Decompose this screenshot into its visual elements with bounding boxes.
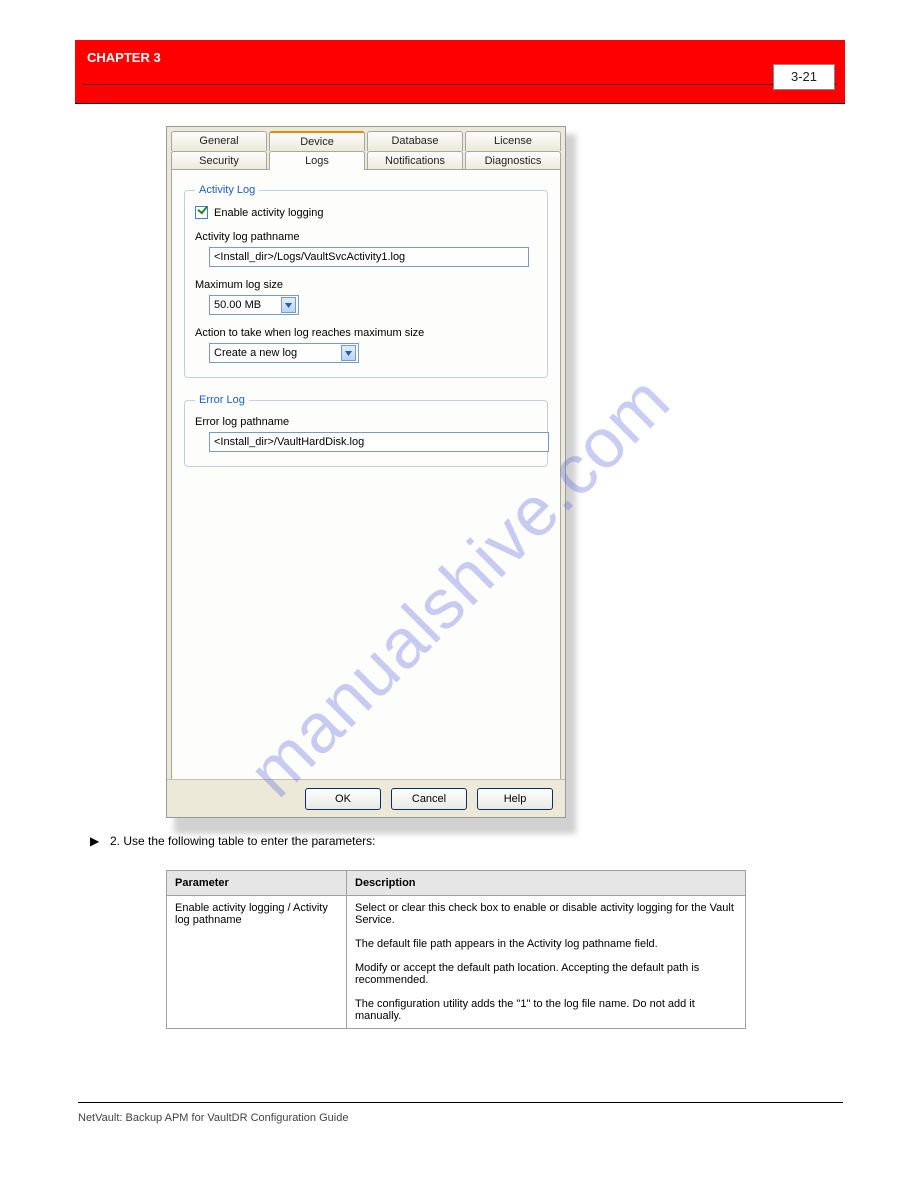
activity-pathname-label: Activity log pathname [195, 231, 537, 243]
action-row: Action to take when log reaches maximum … [195, 327, 537, 363]
action-select[interactable]: Create a new log [209, 343, 359, 363]
header-rule [83, 84, 837, 85]
tab-diagnostics[interactable]: Diagnostics [465, 151, 561, 170]
dialog-button-bar: OK Cancel Help [167, 779, 565, 817]
cancel-button[interactable]: Cancel [391, 788, 467, 810]
error-pathname-input[interactable] [209, 432, 549, 452]
tab-security[interactable]: Security [171, 151, 267, 170]
tab-database[interactable]: Database [367, 131, 463, 151]
step-number: 2. [110, 834, 120, 848]
page-number-box: 3-21 [773, 64, 835, 90]
error-pathname-row: Error log pathname [195, 416, 537, 452]
error-pathname-label: Error log pathname [195, 416, 537, 428]
tab-device[interactable]: Device [269, 131, 365, 151]
activity-log-legend: Activity Log [195, 184, 259, 196]
enable-activity-checkbox[interactable] [195, 206, 208, 219]
tab-panel-logs: Activity Log Enable activity logging Act… [171, 169, 561, 781]
page-header: CHAPTER 3 3-21 [75, 40, 845, 104]
tab-logs[interactable]: Logs [269, 151, 365, 170]
step-arrow-icon: ▶ [90, 834, 99, 848]
enable-activity-label: Enable activity logging [214, 207, 323, 219]
help-button[interactable]: Help [477, 788, 553, 810]
max-log-size-select[interactable]: 50.00 MB [209, 295, 299, 315]
step-instruction: 2. Use the following table to enter the … [110, 834, 376, 848]
tabs-row-2: Security Logs Notifications Diagnostics [167, 151, 565, 170]
table-header-row: Parameter Description [167, 871, 746, 896]
action-label: Action to take when log reaches maximum … [195, 327, 537, 339]
error-log-group: Error Log Error log pathname [184, 394, 548, 467]
properties-dialog: General Device Database License Security… [166, 126, 566, 818]
tabs-row-1: General Device Database License [167, 127, 565, 151]
error-log-legend: Error Log [195, 394, 249, 406]
chevron-down-icon [341, 345, 356, 361]
enable-activity-row: Enable activity logging [195, 206, 537, 219]
max-log-size-row: Maximum log size 50.00 MB [195, 279, 537, 315]
max-log-size-label: Maximum log size [195, 279, 537, 291]
dialog-container: General Device Database License Security… [166, 126, 568, 826]
action-value: Create a new log [214, 347, 297, 359]
col-parameter: Parameter [167, 871, 347, 896]
table-row: Enable activity logging / Activity log p… [167, 896, 746, 1029]
activity-pathname-row: Activity log pathname [195, 231, 537, 267]
tab-general[interactable]: General [171, 131, 267, 151]
footer-left-text: NetVault: Backup APM for VaultDR Configu… [78, 1112, 348, 1124]
chevron-down-icon [281, 297, 296, 313]
chapter-label: CHAPTER 3 [87, 50, 161, 65]
footer-rule [78, 1102, 843, 1103]
ok-button[interactable]: OK [305, 788, 381, 810]
parameter-table: Parameter Description Enable activity lo… [166, 870, 746, 1029]
step-body: Use the following table to enter the par… [123, 834, 375, 848]
tab-license[interactable]: License [465, 131, 561, 151]
cell-parameter: Enable activity logging / Activity log p… [167, 896, 347, 1029]
activity-log-group: Activity Log Enable activity logging Act… [184, 184, 548, 378]
max-log-size-value: 50.00 MB [214, 299, 261, 311]
cell-description: Select or clear this check box to enable… [347, 896, 746, 1029]
col-description: Description [347, 871, 746, 896]
tab-notifications[interactable]: Notifications [367, 151, 463, 170]
activity-pathname-input[interactable] [209, 247, 529, 267]
